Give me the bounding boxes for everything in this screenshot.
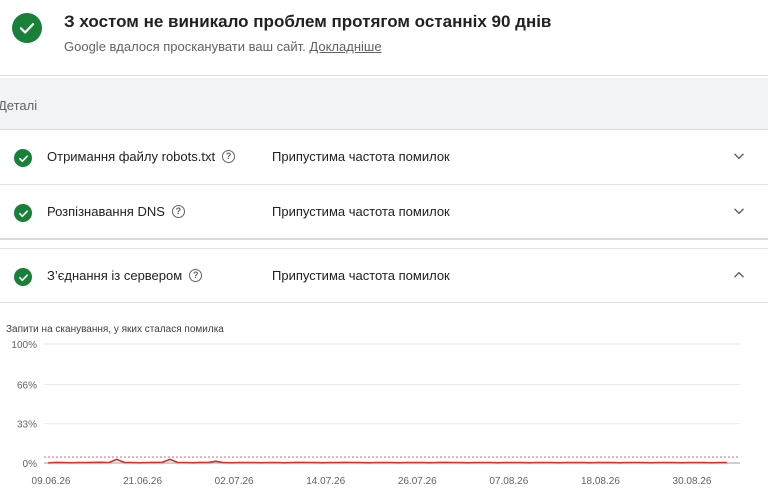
series-line xyxy=(47,458,728,464)
x-tick-label: 07.08.26 xyxy=(489,476,528,487)
page-title: З хостом не виникало проблем протягом ос… xyxy=(64,12,552,31)
row-label: З’єднання із сервером xyxy=(47,268,183,283)
help-circle-icon[interactable]: ? xyxy=(171,205,185,218)
row-name: Розпізнавання DNS ? xyxy=(47,204,185,219)
row-robots-txt[interactable]: Отримання файлу robots.txt ? Припустима … xyxy=(0,131,768,185)
details-label: Деталі xyxy=(0,98,38,113)
y-tick-label: 66% xyxy=(17,380,37,391)
y-tick-label: 33% xyxy=(17,420,37,431)
x-tick-label: 30.08.26 xyxy=(673,476,712,487)
row-name: З’єднання із сервером ? xyxy=(47,268,203,283)
chevron-up-icon[interactable] xyxy=(732,268,746,282)
check-circle-icon xyxy=(14,204,32,222)
chevron-down-icon[interactable] xyxy=(732,204,746,218)
row-status: Припустима частота помилок xyxy=(272,149,450,164)
row-status: Припустима частота помилок xyxy=(272,268,450,283)
row-label: Отримання файлу robots.txt xyxy=(47,149,216,164)
chevron-down-icon[interactable] xyxy=(732,149,746,163)
x-tick-label: 09.06.26 xyxy=(32,476,71,487)
row-name: Отримання файлу robots.txt ? xyxy=(47,149,236,164)
help-circle-icon[interactable]: ? xyxy=(222,150,236,163)
check-circle-icon xyxy=(14,268,32,286)
details-bar: Деталі xyxy=(0,78,768,130)
check-circle-icon xyxy=(12,13,42,43)
subtitle-text: Google вдалося просканувати ваш сайт. xyxy=(64,39,306,54)
y-tick-label: 0% xyxy=(23,459,38,470)
x-tick-label: 21.06.26 xyxy=(123,476,162,487)
y-tick-label: 100% xyxy=(11,340,37,351)
help-circle-icon[interactable]: ? xyxy=(189,269,203,282)
x-tick-label: 14.07.26 xyxy=(306,476,345,487)
summary-header: З хостом не виникало проблем протягом ос… xyxy=(0,0,768,76)
row-label: Розпізнавання DNS xyxy=(47,204,165,219)
x-tick-label: 26.07.26 xyxy=(398,476,437,487)
row-dns-resolution[interactable]: Розпізнавання DNS ? Припустима частота п… xyxy=(0,186,768,240)
chart-canvas: 100% 66% 33% 0% 09.06.26 21.06.26 02.07.26 14.0… xyxy=(11,340,740,487)
error-rate-chart: Запити на сканування, у яких сталася пом… xyxy=(0,304,768,500)
x-tick-label: 18.08.26 xyxy=(581,476,620,487)
check-circle-icon xyxy=(14,149,32,167)
row-server-connection[interactable]: З’єднання із сервером ? Припустима часто… xyxy=(0,248,768,303)
page-subtitle: Google вдалося просканувати ваш сайт. До… xyxy=(64,39,382,54)
row-status: Припустима частота помилок xyxy=(272,204,450,219)
x-tick-label: 02.07.26 xyxy=(215,476,254,487)
learn-more-link[interactable]: Докладніше xyxy=(309,39,381,54)
